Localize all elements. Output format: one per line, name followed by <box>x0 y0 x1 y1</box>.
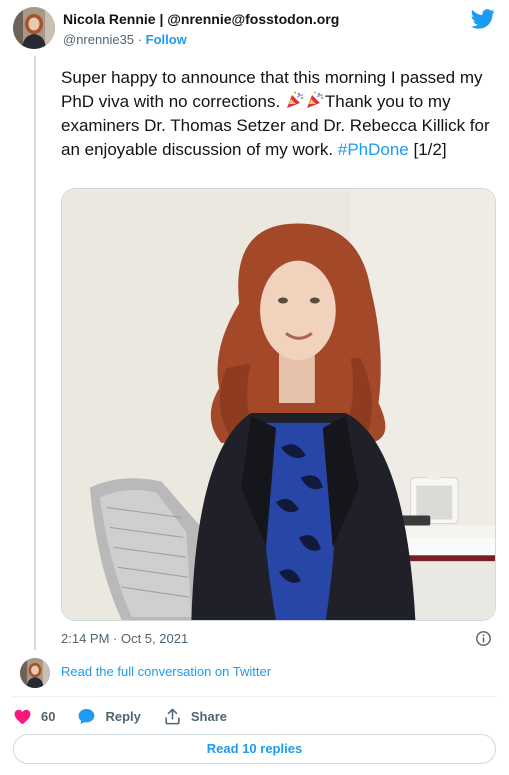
tweet-photo[interactable] <box>61 188 496 621</box>
author-name[interactable]: Nicola Rennie | @nrennie@fosstodon.org <box>63 11 339 27</box>
divider <box>12 696 497 697</box>
thread-marker: [1/2] <box>408 140 447 159</box>
conversation-avatar[interactable] <box>20 658 50 688</box>
author-avatar[interactable] <box>13 7 55 49</box>
photo-image <box>62 189 495 620</box>
party-popper-icon <box>306 91 324 108</box>
tweet-text: Super happy to announce that this mornin… <box>61 66 501 162</box>
share-label: Share <box>190 708 228 724</box>
author-meta: @nrennie35 · Follow <box>63 32 339 47</box>
thread-line <box>34 56 36 650</box>
avatar-image <box>13 7 55 49</box>
hashtag-link[interactable]: #PhDone <box>338 140 409 159</box>
twitter-logo-icon[interactable] <box>471 8 495 30</box>
party-popper-icon <box>286 91 304 108</box>
author-block: Nicola Rennie | @nrennie@fosstodon.org @… <box>63 11 339 47</box>
reply-button[interactable]: Reply <box>77 707 141 726</box>
share-button[interactable]: Share <box>163 707 227 726</box>
read-conversation-link[interactable]: Read the full conversation on Twitter <box>61 664 271 679</box>
author-handle[interactable]: @nrennie35 <box>63 32 134 47</box>
follow-button[interactable]: Follow <box>146 32 187 47</box>
tweet-timestamp[interactable]: 2:14 PM · Oct 5, 2021 <box>61 631 188 646</box>
info-icon[interactable] <box>475 630 492 647</box>
meta-separator: · <box>137 32 142 47</box>
tweet-actions: 60 Reply Share <box>13 706 227 726</box>
share-icon <box>165 708 180 724</box>
embedded-tweet: Nicola Rennie | @nrennie@fosstodon.org @… <box>0 0 509 775</box>
avatar-image <box>20 658 50 688</box>
reply-label: Reply <box>105 708 141 724</box>
like-button[interactable]: 60 <box>13 707 55 726</box>
heart-icon <box>14 709 31 724</box>
like-count: 60 <box>41 708 56 724</box>
read-replies-button[interactable]: Read 10 replies <box>13 734 496 764</box>
speech-bubble-icon <box>79 708 95 724</box>
